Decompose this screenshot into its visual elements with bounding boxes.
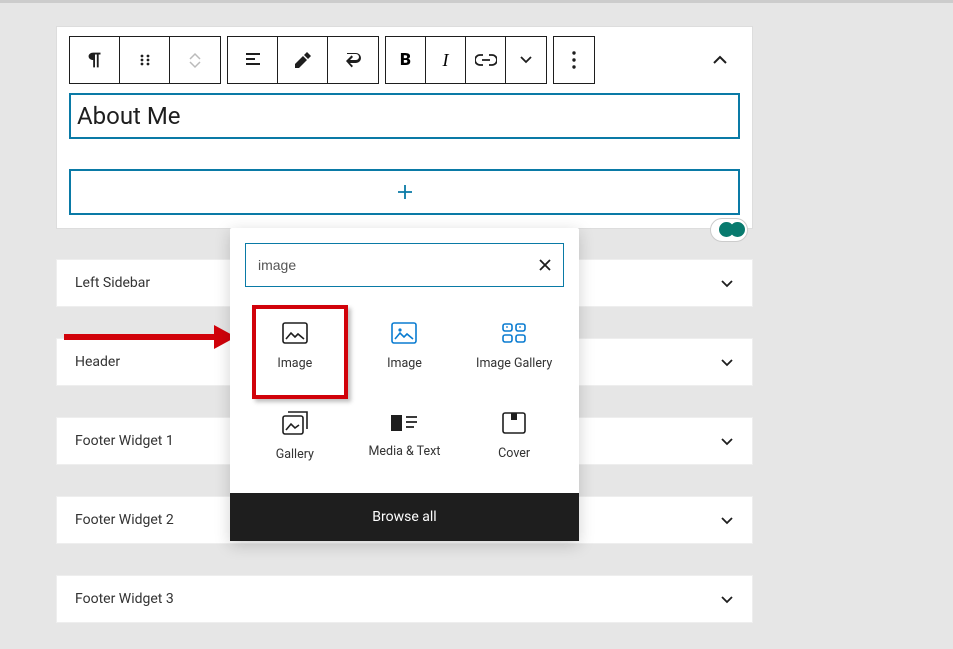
block-search-field[interactable] (245, 243, 564, 287)
plus-icon (395, 182, 415, 202)
add-block-button[interactable] (69, 169, 740, 215)
chevron-down-icon (720, 516, 734, 525)
block-toolbar: B I (57, 27, 752, 93)
paragraph-button[interactable] (70, 37, 120, 83)
chevron-down-icon (720, 358, 734, 367)
annotation-arrow (30, 323, 230, 351)
options-button[interactable] (554, 37, 594, 83)
block-cover[interactable]: Cover (461, 393, 567, 479)
more-rich-text-button[interactable] (506, 37, 546, 83)
block-image[interactable]: Image (242, 303, 348, 389)
gallery-icon (282, 411, 308, 435)
move-up-down[interactable] (170, 37, 220, 83)
browse-all-button[interactable]: Browse all (230, 493, 579, 541)
eyedropper-button[interactable] (278, 37, 328, 83)
image-icon (282, 322, 308, 344)
widget-label: Footer Widget 1 (75, 433, 174, 449)
widget-label: Left Sidebar (75, 275, 150, 291)
image-icon (391, 322, 417, 344)
widget-area-footer-3[interactable]: Footer Widget 3 (56, 575, 753, 623)
search-input[interactable] (258, 257, 537, 273)
bold-button[interactable]: B (386, 37, 426, 83)
block-media-text[interactable]: Media & Text (352, 393, 458, 479)
widget-label: Footer Widget 3 (75, 591, 174, 607)
chevron-down-icon (720, 279, 734, 288)
transform-button[interactable] (328, 37, 378, 83)
block-image-gallery[interactable]: Image Gallery (461, 303, 567, 389)
clear-search-icon[interactable] (537, 257, 553, 273)
grid-icon (501, 322, 527, 344)
cover-icon (502, 412, 526, 434)
link-button[interactable] (466, 37, 506, 83)
help-bubble[interactable] (708, 218, 752, 242)
italic-button[interactable]: I (426, 37, 466, 83)
block-inserter-popover: Image Image Image Gallery Gallery Media … (230, 228, 579, 541)
block-image-alt[interactable]: Image (352, 303, 458, 389)
editor-panel: B I About Me (56, 26, 753, 229)
media-text-icon (390, 414, 418, 432)
drag-icon[interactable] (138, 53, 152, 67)
align-button[interactable] (228, 37, 278, 83)
collapse-panel-button[interactable] (700, 40, 740, 80)
widget-label: Footer Widget 2 (75, 512, 174, 528)
block-gallery[interactable]: Gallery (242, 393, 348, 479)
widget-label: Header (75, 354, 120, 370)
heading-input[interactable]: About Me (69, 93, 740, 139)
chevron-down-icon (720, 595, 734, 604)
chevron-down-icon (720, 437, 734, 446)
